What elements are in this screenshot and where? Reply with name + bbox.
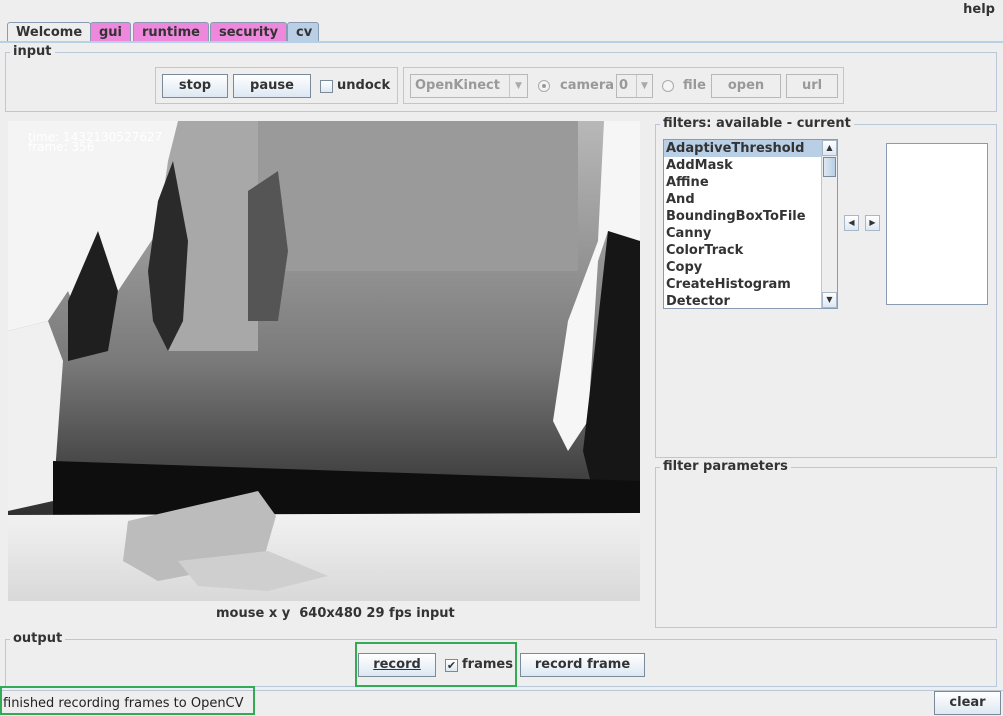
available-filters-list[interactable]: AdaptiveThreshold AddMask Affine And Bou… bbox=[663, 139, 838, 309]
frame-value: 356 bbox=[71, 140, 95, 154]
list-item[interactable]: ColorTrack bbox=[664, 242, 837, 259]
filter-parameters-title: filter parameters bbox=[660, 459, 791, 474]
list-item[interactable]: Affine bbox=[664, 174, 837, 191]
stop-button[interactable]: stop bbox=[162, 74, 228, 98]
file-radio[interactable] bbox=[662, 80, 674, 92]
camera-label: camera bbox=[560, 78, 615, 93]
file-label: file bbox=[683, 78, 706, 93]
list-scrollbar[interactable]: ▲ ▼ bbox=[821, 140, 837, 308]
record-button[interactable]: record bbox=[358, 653, 436, 677]
output-group-title: output bbox=[10, 631, 66, 646]
tab-cv[interactable]: cv bbox=[287, 22, 319, 42]
scroll-down-icon[interactable]: ▼ bbox=[822, 292, 837, 308]
scroll-thumb[interactable] bbox=[823, 157, 836, 177]
filters-group-title: filters: available - current bbox=[660, 116, 854, 131]
camera-index-select[interactable]: 0 ▼ bbox=[616, 74, 653, 98]
url-button[interactable]: url bbox=[786, 74, 838, 98]
move-right-icon[interactable]: ▶ bbox=[865, 215, 880, 231]
camera-radio[interactable] bbox=[538, 80, 550, 92]
list-item[interactable]: Canny bbox=[664, 225, 837, 242]
chevron-down-icon: ▼ bbox=[509, 75, 527, 97]
frames-label: frames bbox=[462, 657, 513, 672]
tab-welcome[interactable]: Welcome bbox=[7, 22, 92, 42]
tab-runtime[interactable]: runtime bbox=[133, 22, 209, 42]
list-item[interactable]: And bbox=[664, 191, 837, 208]
list-item[interactable]: Copy bbox=[664, 259, 837, 276]
status-message: finished recording frames to OpenCV bbox=[3, 696, 244, 711]
source-select-value: OpenKinect bbox=[415, 78, 500, 93]
tab-gui[interactable]: gui bbox=[90, 22, 132, 42]
filter-parameters-group: filter parameters bbox=[655, 459, 997, 628]
move-left-icon[interactable]: ◀ bbox=[844, 215, 859, 231]
camera-index-value: 0 bbox=[619, 78, 629, 93]
video-status-line: mouse x y 640x480 29 fps input bbox=[216, 606, 455, 621]
list-item[interactable]: CreateHistogram bbox=[664, 276, 837, 293]
frame-overlay: frame: 356 bbox=[28, 140, 94, 154]
list-item[interactable]: Detector bbox=[664, 293, 837, 308]
record-frame-button[interactable]: record frame bbox=[520, 653, 645, 677]
pause-button[interactable]: pause bbox=[233, 74, 311, 98]
depth-image bbox=[8, 121, 640, 601]
undock-checkbox[interactable] bbox=[320, 80, 333, 93]
tab-underline bbox=[0, 41, 1003, 43]
help-menu[interactable]: help bbox=[963, 2, 995, 17]
clear-button[interactable]: clear bbox=[934, 691, 1001, 715]
source-select[interactable]: OpenKinect ▼ bbox=[410, 74, 528, 98]
current-filters-list[interactable] bbox=[886, 143, 988, 305]
undock-label: undock bbox=[337, 78, 391, 93]
video-display[interactable]: time: 1432130527627 frame: 356 bbox=[8, 121, 640, 601]
tab-security[interactable]: security bbox=[210, 22, 288, 42]
input-group-title: input bbox=[10, 44, 55, 59]
list-item[interactable]: BoundingBoxToFile bbox=[664, 208, 837, 225]
frames-checkbox[interactable]: ✔ bbox=[445, 659, 458, 672]
list-item[interactable]: AdaptiveThreshold bbox=[664, 140, 837, 157]
scroll-up-icon[interactable]: ▲ bbox=[822, 140, 837, 156]
frame-label: frame: bbox=[28, 140, 68, 154]
open-button[interactable]: open bbox=[711, 74, 781, 98]
list-item[interactable]: AddMask bbox=[664, 157, 837, 174]
chevron-down-icon: ▼ bbox=[636, 75, 652, 97]
